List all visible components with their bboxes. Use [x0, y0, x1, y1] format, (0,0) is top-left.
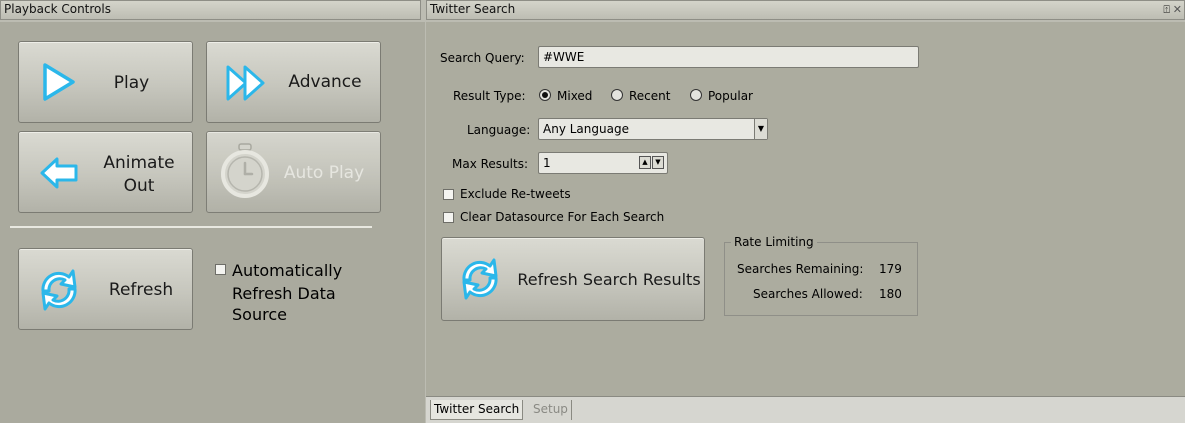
playback-controls-header: Playback Controls: [0, 0, 421, 20]
chevron-down-icon[interactable]: ▼: [754, 119, 767, 139]
auto-refresh-label-line2: Refresh Data: [232, 284, 336, 303]
exclude-retweets-label: Exclude Re-tweets: [460, 187, 571, 201]
arrow-left-icon: [40, 157, 78, 189]
clear-datasource-checkbox[interactable]: [443, 212, 454, 223]
twitter-search-header: Twitter Search ⍐ ✕: [426, 0, 1185, 20]
twitter-search-title: Twitter Search: [430, 2, 516, 16]
searches-remaining-value: 179: [879, 262, 902, 276]
searches-remaining-label: Searches Remaining:: [737, 262, 864, 276]
animate-out-label-line2: Out: [123, 176, 155, 196]
rate-limiting-title: Rate Limiting: [731, 235, 817, 249]
auto-refresh-checkbox[interactable]: [215, 264, 226, 275]
close-icon[interactable]: ✕: [1173, 1, 1182, 18]
animate-out-label-line1: Animate: [103, 153, 175, 173]
tab-setup[interactable]: Setup: [530, 400, 572, 420]
searches-allowed-label: Searches Allowed:: [753, 287, 863, 301]
search-query-value: #WWE: [543, 50, 585, 64]
playback-controls-title: Playback Controls: [4, 2, 111, 16]
language-dropdown[interactable]: Any Language ▼: [538, 118, 768, 140]
animate-out-button[interactable]: Animate Out: [18, 131, 193, 213]
refresh-search-results-button[interactable]: Refresh Search Results: [441, 237, 705, 321]
result-type-recent-label: Recent: [629, 89, 671, 103]
result-type-mixed-radio[interactable]: [539, 89, 551, 101]
auto-play-button[interactable]: Auto Play: [206, 131, 381, 213]
clear-datasource-label: Clear Datasource For Each Search: [460, 210, 665, 224]
search-query-input[interactable]: #WWE: [538, 46, 919, 68]
fast-forward-icon: [226, 65, 265, 101]
divider: [10, 226, 372, 228]
exclude-retweets-checkbox[interactable]: [443, 189, 454, 200]
max-results-stepper[interactable]: 1 ▲ ▼: [538, 152, 668, 174]
play-button[interactable]: Play: [18, 41, 193, 123]
max-results-value: 1: [543, 156, 551, 170]
result-type-recent-radio[interactable]: [611, 89, 623, 101]
language-value: Any Language: [543, 122, 629, 136]
refresh-search-results-label: Refresh Search Results: [517, 270, 701, 289]
pin-icon[interactable]: ⍐: [1163, 1, 1170, 18]
advance-button[interactable]: Advance: [206, 41, 381, 123]
result-type-popular-radio[interactable]: [690, 89, 702, 101]
result-type-popular-label: Popular: [708, 89, 753, 103]
refresh-label: Refresh: [108, 280, 174, 300]
stepper-down-icon[interactable]: ▼: [652, 156, 664, 169]
play-icon: [43, 63, 75, 101]
tab-twitter-search[interactable]: Twitter Search: [430, 400, 524, 420]
advance-label: Advance: [288, 72, 362, 92]
result-type-label: Result Type:: [453, 89, 526, 103]
twitter-search-panel: [426, 22, 1185, 396]
refresh-icon: [462, 258, 498, 300]
stepper-up-icon[interactable]: ▲: [639, 156, 651, 169]
stopwatch-icon: [221, 143, 269, 198]
auto-refresh-label-line3: Source: [232, 305, 287, 324]
refresh-button[interactable]: Refresh: [18, 248, 193, 330]
tab-strip: Twitter Search Setup: [426, 396, 1185, 423]
result-type-mixed-label: Mixed: [557, 89, 593, 103]
language-label: Language:: [467, 123, 531, 137]
play-label: Play: [113, 73, 150, 93]
refresh-icon: [41, 269, 77, 311]
rate-limiting-group: [724, 242, 918, 316]
max-results-label: Max Results:: [452, 157, 528, 171]
auto-play-label: Auto Play: [283, 163, 365, 183]
search-query-label: Search Query:: [440, 51, 525, 65]
auto-refresh-label-line1: Automatically: [232, 261, 343, 280]
searches-allowed-value: 180: [879, 287, 902, 301]
